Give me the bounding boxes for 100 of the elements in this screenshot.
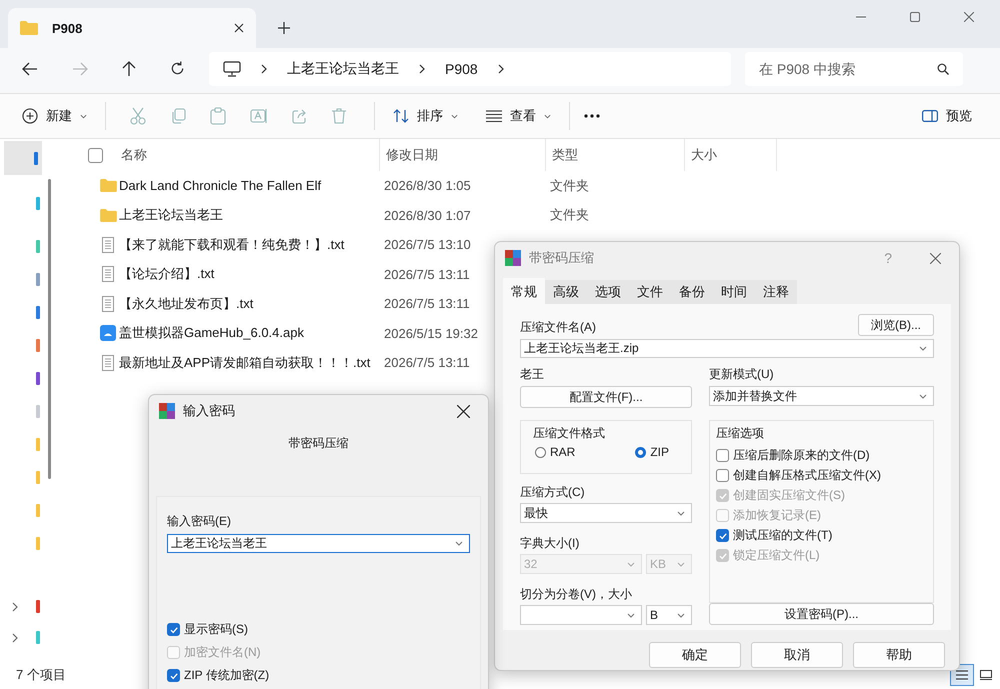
preview-pane-icon — [922, 110, 938, 122]
field-label: 更新模式(U) — [709, 366, 775, 383]
radio-label: ZIP — [650, 445, 669, 459]
method-dropdown[interactable]: 最快 — [520, 503, 692, 523]
checkbox[interactable] — [716, 469, 729, 482]
new-button[interactable]: 新建 — [18, 101, 91, 131]
plus-circle-icon — [22, 108, 38, 124]
chevron-icon[interactable] — [419, 64, 425, 74]
dialog-title: 输入密码 — [183, 402, 236, 420]
column-header[interactable]: 类型 — [546, 139, 685, 171]
dialog-tab[interactable]: 注释 — [755, 280, 797, 304]
view-button[interactable]: 查看 — [482, 101, 555, 131]
field-label: 字典大小(I) — [520, 535, 580, 552]
sort-icon — [393, 109, 409, 123]
sort-button[interactable]: 排序 — [389, 101, 462, 131]
select-all-checkbox[interactable] — [88, 148, 103, 162]
preview-button[interactable]: 预览 — [918, 101, 976, 131]
volume-unit-dropdown[interactable]: B — [646, 605, 692, 625]
dialog-tab[interactable]: 高级 — [545, 280, 587, 304]
checkbox[interactable] — [716, 449, 729, 462]
dialog-tab[interactable]: 选项 — [587, 280, 629, 304]
checkbox-label: 创建自解压格式压缩文件(X) — [733, 467, 881, 484]
dialog-tab[interactable]: 备份 — [671, 280, 713, 304]
file-name[interactable]: 【论坛介绍】.txt — [119, 265, 214, 284]
file-name[interactable]: 【来了就能下载和观看！纯免费！】.txt — [119, 236, 344, 254]
file-name[interactable]: Dark Land Chronicle The Fallen Elf — [119, 178, 322, 194]
add-tab-icon[interactable] — [278, 22, 290, 34]
search-field[interactable]: 在 P908 中搜索 — [745, 52, 963, 86]
close-icon[interactable] — [234, 23, 244, 33]
modified-date: 2026/7/5 13:11 — [384, 296, 470, 312]
computer-icon — [223, 60, 241, 76]
checkbox[interactable] — [167, 669, 180, 682]
modified-date: 2026/7/5 13:11 — [384, 266, 470, 282]
details-view-icon[interactable] — [950, 664, 974, 686]
close-icon[interactable] — [457, 404, 470, 418]
column-header[interactable]: 大小 — [685, 139, 777, 171]
file-name[interactable]: 最新地址及APP请发邮箱自动获取！！！.txt — [119, 354, 370, 372]
folder-icon — [20, 21, 38, 35]
modified-date: 2026/8/30 1:07 — [384, 208, 471, 223]
column-header[interactable]: 修改日期 — [380, 139, 546, 171]
modified-date: 2026/7/5 13:10 — [384, 237, 471, 252]
document-icon — [102, 296, 114, 312]
sidebar-item[interactable] — [4, 141, 42, 175]
field-label: 切分为分卷(V)，大小 — [520, 586, 633, 603]
dialog-subtitle: 带密码压缩 — [288, 435, 350, 452]
radio-label: RAR — [550, 445, 576, 459]
checkmark-icon — [718, 490, 728, 500]
search-icon[interactable] — [937, 62, 949, 74]
archive-name-field[interactable]: 上老王论坛当老王.zip — [520, 339, 934, 358]
checkbox-label: 添加恢复记录(E) — [733, 507, 821, 524]
dialog-tab[interactable]: 常规 — [503, 278, 545, 304]
file-name[interactable]: 【永久地址发布页】.txt — [119, 294, 254, 313]
refresh-icon[interactable] — [170, 61, 185, 76]
password-field[interactable]: 上老王论坛当老王 — [167, 534, 470, 553]
dialog-tab[interactable]: 时间 — [713, 280, 755, 304]
profiles-button[interactable]: 配置文件(F)... — [520, 386, 692, 408]
set-password-button[interactable]: 设置密码(P)... — [709, 603, 934, 625]
folder-icon — [100, 179, 116, 192]
maximize-icon[interactable] — [910, 12, 920, 22]
radio-button[interactable] — [535, 446, 546, 458]
sidebar-icon — [34, 152, 38, 164]
column-header[interactable]: 名称 — [115, 139, 380, 171]
scrollbar[interactable] — [48, 179, 51, 479]
checkbox[interactable] — [716, 529, 729, 542]
update-mode-dropdown[interactable]: 添加并替换文件 — [709, 386, 934, 406]
chevron-icon[interactable] — [261, 64, 267, 74]
file-name[interactable]: 盖世模拟器GameHub_6.0.4.apk — [119, 324, 304, 342]
more-icon[interactable] — [584, 114, 600, 118]
tiles-view-icon[interactable] — [980, 670, 992, 680]
breadcrumb[interactable]: P908 — [445, 60, 478, 76]
clipboard-icon[interactable] — [210, 107, 226, 125]
checkmark-icon — [168, 670, 178, 680]
dialog-button[interactable]: 取消 — [751, 642, 843, 668]
window-tab[interactable]: P908 — [8, 8, 256, 48]
breadcrumb[interactable]: 上老王论坛当老王 — [287, 60, 399, 78]
up-icon[interactable] — [122, 60, 136, 76]
group-title: 压缩文件格式 — [533, 425, 606, 442]
dialog-button[interactable]: 帮助 — [853, 642, 945, 668]
back-icon[interactable] — [22, 62, 38, 76]
chevron-icon[interactable] — [498, 64, 504, 74]
dialog-button[interactable]: 确定 — [649, 642, 741, 668]
field-label: 输入密码(E) — [167, 513, 232, 530]
dialog-tab[interactable]: 文件 — [629, 280, 671, 304]
checkbox[interactable] — [167, 623, 180, 636]
radio-button[interactable] — [635, 446, 646, 458]
checkmark-icon — [168, 624, 178, 634]
browse-button[interactable]: 浏览(B)... — [858, 314, 934, 336]
checkbox-label: 加密文件名(N) — [184, 644, 261, 661]
file-type: 文件夹 — [550, 206, 589, 224]
document-icon — [102, 354, 114, 371]
modified-date: 2026/5/15 19:32 — [384, 326, 478, 341]
app-package-icon — [100, 325, 116, 342]
group-title: 压缩选项 — [716, 425, 765, 442]
file-name[interactable]: 上老王论坛当老王 — [119, 206, 223, 224]
chevron-icon[interactable] — [12, 632, 18, 642]
dialog-title: 带密码压缩 — [529, 249, 595, 267]
address-bar[interactable]: 上老王论坛当老王 P908 — [209, 52, 731, 86]
chevron-icon[interactable] — [12, 602, 18, 612]
modified-date: 2026/8/30 1:05 — [384, 178, 471, 194]
close-icon[interactable] — [930, 252, 941, 264]
